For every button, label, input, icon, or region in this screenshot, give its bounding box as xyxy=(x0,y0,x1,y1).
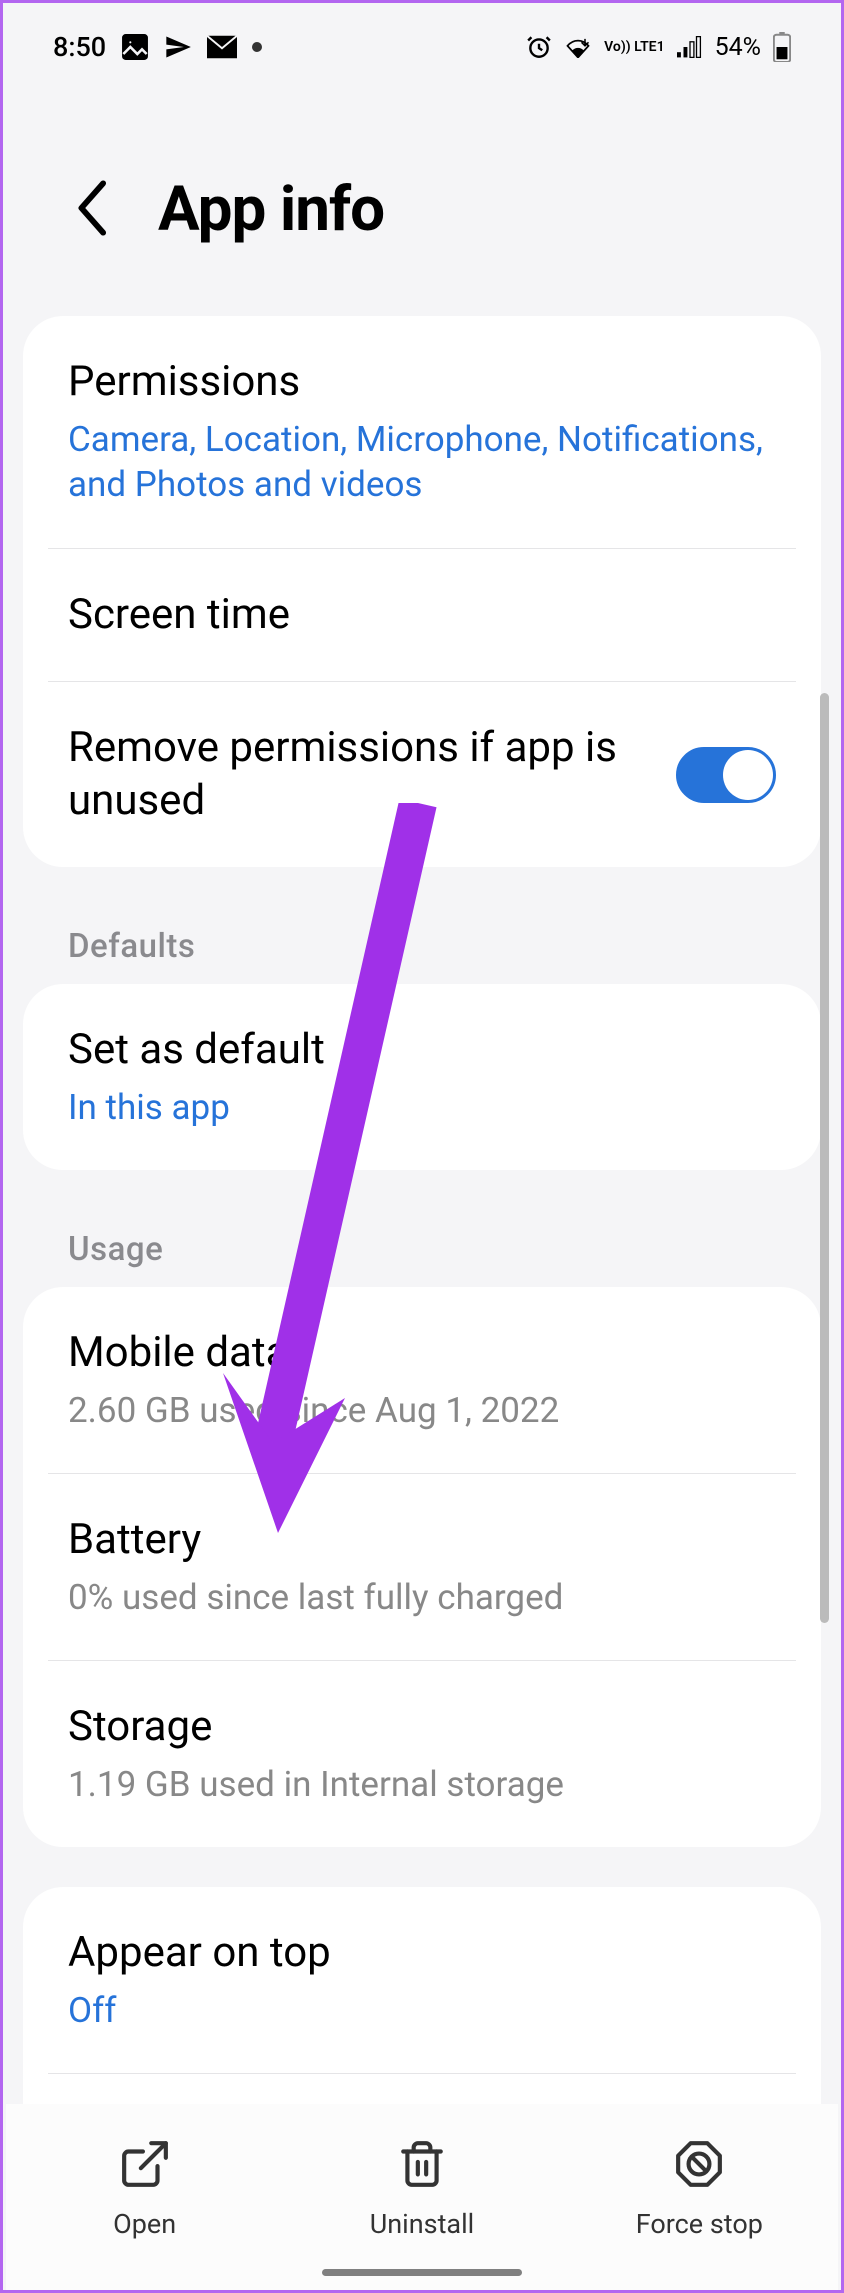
storage-subtitle: 1.19 GB used in Internal storage xyxy=(68,1762,776,1808)
scroll-indicator[interactable] xyxy=(820,693,829,1623)
back-icon[interactable] xyxy=(73,179,113,241)
defaults-header: Defaults xyxy=(3,897,841,984)
status-time: 8:50 xyxy=(53,31,106,63)
battery-percent: 54% xyxy=(715,33,761,62)
open-label: Open xyxy=(113,2208,176,2240)
more-dot-icon xyxy=(252,42,262,52)
alarm-icon xyxy=(526,34,552,60)
section-usage: Mobile data 2.60 GB used since Aug 1, 20… xyxy=(23,1287,821,1847)
bottom-nav: Open Uninstall Force stop xyxy=(6,2104,838,2290)
lte-label: Vo)) LTE1 xyxy=(604,40,664,54)
set-default-item[interactable]: Set as default In this app xyxy=(23,984,821,1170)
appear-on-top-subtitle: Off xyxy=(68,1988,776,2034)
mobile-data-title: Mobile data xyxy=(68,1327,776,1380)
permissions-item[interactable]: Permissions Camera, Location, Microphone… xyxy=(23,316,821,548)
page-title: App info xyxy=(158,173,384,246)
set-default-subtitle: In this app xyxy=(68,1085,776,1131)
battery-title: Battery xyxy=(68,1514,776,1567)
header: App info xyxy=(3,83,841,316)
force-stop-button[interactable]: Force stop xyxy=(561,2139,838,2240)
send-icon xyxy=(164,33,192,61)
set-default-title: Set as default xyxy=(68,1024,776,1077)
permissions-title: Permissions xyxy=(68,356,776,409)
remove-permissions-toggle[interactable] xyxy=(676,747,776,803)
trash-icon xyxy=(397,2139,447,2193)
status-left: 8:50 xyxy=(53,31,262,63)
mobile-data-item[interactable]: Mobile data 2.60 GB used since Aug 1, 20… xyxy=(23,1287,821,1473)
screen-time-title: Screen time xyxy=(68,589,776,642)
appear-on-top-title: Appear on top xyxy=(68,1927,776,1980)
remove-permissions-item[interactable]: Remove permissions if app is unused xyxy=(23,682,821,867)
appear-on-top-item[interactable]: Appear on top Off xyxy=(23,1887,821,2073)
mobile-data-subtitle: 2.60 GB used since Aug 1, 2022 xyxy=(68,1388,776,1434)
battery-item[interactable]: Battery 0% used since last fully charged xyxy=(23,1474,821,1660)
mail-icon xyxy=(207,35,237,59)
signal-icon xyxy=(677,36,703,58)
section-permissions-group: Permissions Camera, Location, Microphone… xyxy=(23,316,821,867)
usage-header: Usage xyxy=(3,1200,841,1287)
gallery-icon xyxy=(121,33,149,61)
section-defaults: Set as default In this app xyxy=(23,984,821,1170)
open-icon xyxy=(120,2139,170,2193)
uninstall-label: Uninstall xyxy=(370,2208,474,2240)
remove-permissions-title: Remove permissions if app is unused xyxy=(68,722,646,827)
screen-time-item[interactable]: Screen time xyxy=(23,549,821,682)
storage-title: Storage xyxy=(68,1701,776,1754)
battery-subtitle: 0% used since last fully charged xyxy=(68,1575,776,1621)
home-indicator[interactable] xyxy=(322,2269,522,2276)
status-bar: 8:50 Vo)) LTE1 54% xyxy=(3,3,841,83)
status-right: Vo)) LTE1 54% xyxy=(526,32,791,62)
toggle-knob xyxy=(723,750,773,800)
open-button[interactable]: Open xyxy=(6,2139,283,2240)
storage-item[interactable]: Storage 1.19 GB used in Internal storage xyxy=(23,1661,821,1847)
stop-icon xyxy=(674,2139,724,2193)
uninstall-button[interactable]: Uninstall xyxy=(283,2139,560,2240)
battery-icon xyxy=(773,32,791,62)
wifi-icon xyxy=(564,36,592,58)
permissions-subtitle: Camera, Location, Microphone, Notificati… xyxy=(68,417,776,508)
force-stop-label: Force stop xyxy=(636,2208,763,2240)
